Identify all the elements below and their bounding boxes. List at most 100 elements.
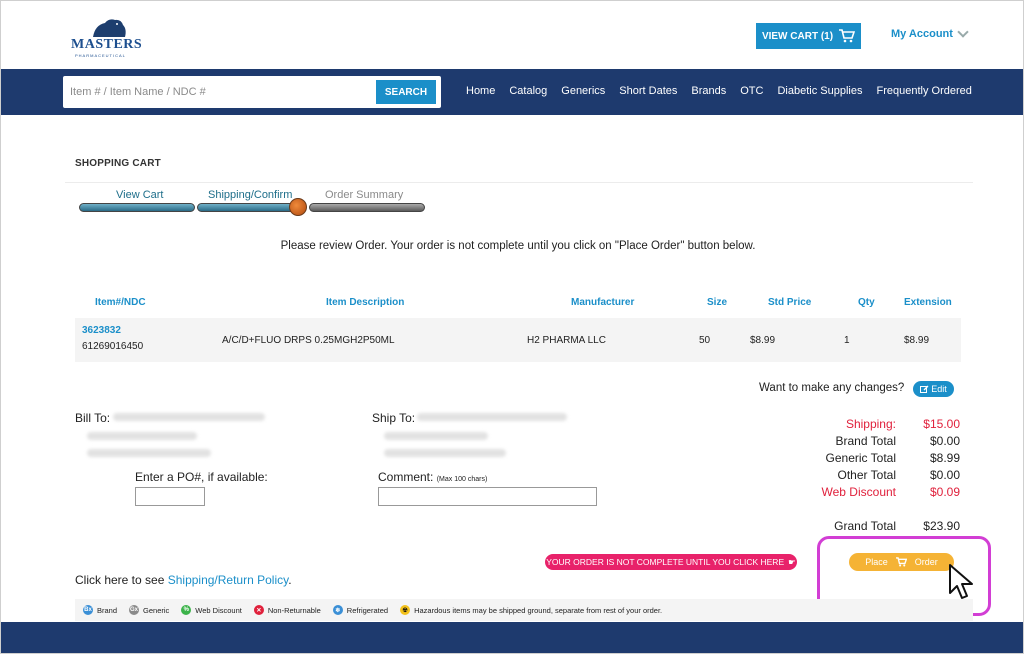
pointing-hand-icon: ☛: [788, 556, 796, 567]
web-discount-icon: %: [181, 605, 192, 615]
progress-segment-2: [197, 203, 297, 212]
comment-field[interactable]: [378, 487, 597, 506]
col-manufacturer: Manufacturer: [571, 297, 635, 308]
brand-icon: Bx: [83, 605, 93, 615]
changes-prompt: Want to make any changes?: [759, 382, 905, 394]
col-size: Size: [707, 297, 728, 308]
step-shipping-confirm: Shipping/Confirm: [208, 189, 293, 201]
item-extension: $8.99: [904, 335, 930, 346]
progress-segment-3: [309, 203, 425, 212]
hazardous-icon: ☢: [400, 605, 411, 615]
nav-otc[interactable]: OTC: [740, 85, 763, 97]
ship-to-label: Ship To:: [372, 411, 416, 425]
nav-catalog[interactable]: Catalog: [509, 85, 547, 97]
place-order-left: Place: [865, 557, 888, 567]
bill-to-address-redacted: [113, 413, 265, 421]
nav-short-dates[interactable]: Short Dates: [619, 85, 677, 97]
search-button[interactable]: SEARCH: [376, 80, 436, 104]
warning-text: YOUR ORDER IS NOT COMPLETE UNTIL YOU CLI…: [546, 557, 785, 567]
shopping-cart-icon: [895, 557, 907, 567]
masters-logo[interactable]: MASTERS PHARMACEUTICAL: [71, 17, 143, 59]
search-box: SEARCH: [63, 76, 441, 108]
non-returnable-icon: ✕: [253, 605, 264, 615]
col-std-price: Std Price: [768, 297, 812, 308]
generic-icon: Gx: [129, 605, 140, 615]
brand-total-value: $0.00: [929, 434, 960, 448]
legend-web-discount: % Web Discount: [181, 605, 242, 615]
other-total-value: $0.00: [929, 468, 960, 482]
nav-links: Home Catalog Generics Short Dates Brands…: [466, 85, 986, 97]
po-number-field[interactable]: [135, 487, 205, 506]
item-size: 50: [699, 335, 711, 346]
icon-legend: Bx Brand Gx Generic % Web Discount ✕ Non…: [75, 599, 973, 621]
edit-button[interactable]: Edit: [913, 381, 954, 397]
refrigerated-icon: ❄: [332, 605, 343, 615]
nav-generics[interactable]: Generics: [561, 85, 605, 97]
legend-brand: Bx Brand: [83, 605, 117, 615]
item-ndc: 61269016450: [82, 341, 144, 352]
col-item-ndc: Item#/NDC: [95, 297, 146, 308]
logo-subtext: PHARMACEUTICAL: [75, 53, 126, 58]
main-navbar: SEARCH Home Catalog Generics Short Dates…: [1, 69, 1023, 115]
comment-hint: (Max 100 chars): [436, 476, 488, 483]
shopping-cart-icon: [839, 29, 856, 43]
bill-to-label: Bill To:: [75, 411, 111, 425]
web-discount-label: Web Discount: [821, 485, 896, 499]
shipping-value: $15.00: [923, 417, 960, 431]
col-extension: Extension: [904, 297, 952, 308]
web-discount-value: $0.09: [929, 485, 960, 499]
place-order-right: Order: [914, 557, 938, 567]
review-notice: Please review Order. Your order is not c…: [280, 240, 756, 252]
policy-prefix: Click here to see: [75, 573, 168, 587]
legend-hazardous: ☢ Hazardous items may be shipped ground,…: [400, 605, 662, 615]
app-window: MASTERS PHARMACEUTICAL VIEW CART (1) My …: [0, 0, 1024, 654]
col-qty: Qty: [858, 297, 875, 308]
policy-text: Click here to see Shipping/Return Policy…: [75, 573, 292, 587]
legend-brand-label: Brand: [97, 605, 118, 615]
nav-home[interactable]: Home: [466, 85, 495, 97]
legend-generic: Gx Generic: [129, 605, 169, 615]
bill-to-address-redacted: [87, 432, 197, 440]
generic-total-value: $8.99: [929, 451, 960, 465]
other-total-label: Other Total: [837, 468, 896, 482]
ship-to-address-redacted: [417, 413, 567, 421]
progress-marker: [289, 198, 307, 216]
policy-suffix: .: [288, 573, 292, 587]
legend-refrigerated: ❄ Refrigerated: [332, 605, 389, 615]
edit-icon: [920, 385, 929, 393]
item-description: A/C/D+FLUO DRPS 0.25MGH2P50ML: [222, 335, 395, 346]
edit-label: Edit: [931, 384, 947, 394]
lion-logo-icon: [93, 19, 126, 37]
bill-to-address-redacted: [87, 449, 211, 457]
nav-frequently-ordered[interactable]: Frequently Ordered: [876, 85, 971, 97]
item-manufacturer: H2 PHARMA LLC: [527, 335, 606, 346]
my-account-label: My Account: [891, 28, 953, 40]
shipping-label: Shipping:: [845, 417, 896, 431]
generic-total-label: Generic Total: [825, 451, 896, 465]
page-title: SHOPPING CART: [75, 158, 161, 169]
shipping-return-policy-link[interactable]: Shipping/Return Policy: [168, 573, 289, 587]
progress-segment-1: [79, 203, 195, 212]
logo-text: MASTERS: [71, 37, 143, 52]
nav-diabetic-supplies[interactable]: Diabetic Supplies: [777, 85, 862, 97]
step-order-summary: Order Summary: [325, 189, 404, 201]
po-label: Enter a PO#, if available:: [135, 470, 268, 484]
nav-brands[interactable]: Brands: [691, 85, 726, 97]
order-incomplete-warning[interactable]: YOUR ORDER IS NOT COMPLETE UNTIL YOU CLI…: [545, 554, 797, 570]
comment-label: Comment: (Max 100 chars): [378, 470, 487, 484]
comment-label-text: Comment:: [378, 470, 434, 484]
item-price: $8.99: [750, 335, 776, 346]
table-row: [75, 318, 961, 362]
my-account-menu[interactable]: My Account: [891, 26, 969, 40]
divider: [65, 182, 973, 183]
place-order-button[interactable]: Place Order: [849, 553, 954, 571]
step-view-cart[interactable]: View Cart: [116, 189, 163, 201]
search-input[interactable]: [67, 80, 375, 104]
legend-refrigerated-label: Refrigerated: [346, 605, 389, 615]
grand-total-value: $23.90: [923, 519, 960, 533]
checkout-progress: View Cart Shipping/Confirm Order Summary: [79, 189, 425, 219]
ship-to-address-redacted: [384, 449, 506, 457]
view-cart-button[interactable]: VIEW CART (1): [756, 23, 861, 49]
item-number-link[interactable]: 3623832: [82, 325, 121, 336]
mouse-pointer-icon: [949, 564, 973, 599]
